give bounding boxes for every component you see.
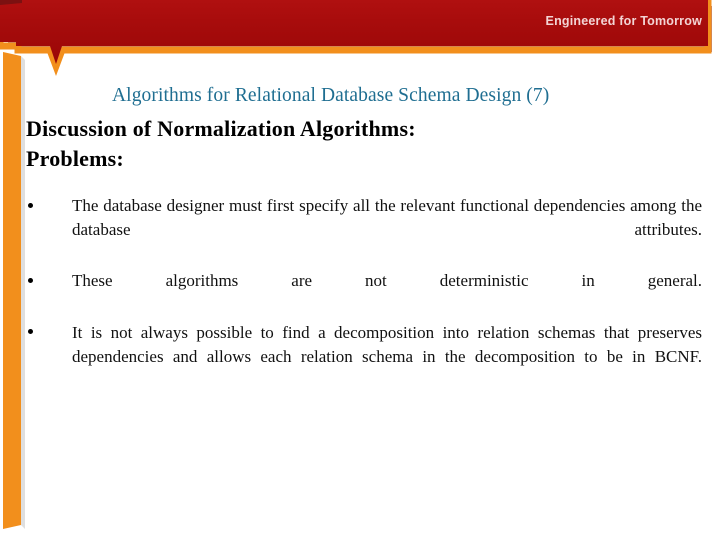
problems-bullet-list: The database designer must first specify… (26, 194, 702, 393)
list-item-text: These algorithms are not deterministic i… (72, 271, 702, 291)
page-title: Algorithms for Relational Database Schem… (112, 85, 550, 106)
left-bar-fill (3, 52, 21, 529)
heading-discussion: Discussion of Normalization Algorithms: (26, 116, 416, 141)
bullet-dot-icon (28, 277, 33, 283)
banner-shadow (8, 6, 712, 52)
header-banner: Engineered for Tomorrow (0, 0, 720, 80)
bullet-dot-icon (28, 329, 33, 335)
heading-problems: Problems: (26, 145, 124, 171)
slide-content: Discussion of Normalization Algorithms: … (26, 115, 702, 396)
banner-graphic (0, 0, 712, 76)
banner-accent-outline (0, 0, 712, 76)
banner-red-shape (0, 0, 708, 64)
list-item-text: It is not always possible to find a deco… (72, 322, 702, 366)
banner-corner-sliver (0, 0, 22, 5)
left-bar-shadow (21, 56, 25, 529)
tagline-text: Engineered for Tomorrow (545, 14, 702, 28)
slide-canvas: Engineered for Tomorrow Algorithms for R… (0, 0, 720, 540)
list-item: It is not always possible to find a deco… (26, 321, 702, 393)
bullet-dot-icon (28, 202, 33, 208)
list-item-text: The database designer must first specify… (72, 196, 702, 240)
list-item: The database designer must first specify… (26, 194, 702, 266)
list-item: These algorithms are not deterministic i… (26, 269, 702, 317)
